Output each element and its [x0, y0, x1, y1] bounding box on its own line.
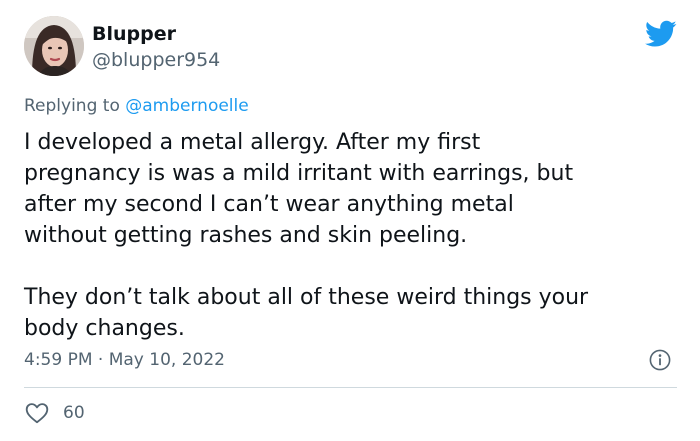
info-icon[interactable]	[649, 349, 671, 371]
tweet-line: pregnancy is was a mild irritant with ea…	[24, 161, 574, 186]
like-count: 60	[63, 403, 85, 423]
tweet-text: I developed a metal allergy. After my fi…	[24, 127, 688, 344]
tweet-card: Blupper @blupper954 Replying to @amberno…	[0, 0, 700, 441]
divider	[24, 387, 677, 388]
twitter-bird-icon[interactable]	[645, 20, 677, 48]
user-handle[interactable]: @blupper954	[92, 48, 220, 72]
heart-icon[interactable]	[24, 400, 50, 426]
avatar[interactable]	[24, 16, 84, 76]
tweet-line: I developed a metal allergy. After my fi…	[24, 130, 481, 155]
tweet-line: body changes.	[24, 316, 185, 341]
reply-prefix: Replying to	[24, 96, 120, 116]
reply-context: Replying to @ambernoelle	[24, 94, 249, 118]
user-avatar-photo	[24, 16, 84, 76]
tweet-line: without getting rashes and skin peeling.	[24, 223, 468, 248]
tweet-line: They don’t talk about all of these weird…	[24, 285, 589, 310]
reply-mention-link[interactable]: @ambernoelle	[125, 96, 248, 116]
tweet-line: after my second I can’t wear anything me…	[24, 192, 514, 217]
display-name[interactable]: Blupper	[92, 22, 176, 46]
tweet-timestamp[interactable]: 4:59 PM · May 10, 2022	[24, 348, 225, 372]
